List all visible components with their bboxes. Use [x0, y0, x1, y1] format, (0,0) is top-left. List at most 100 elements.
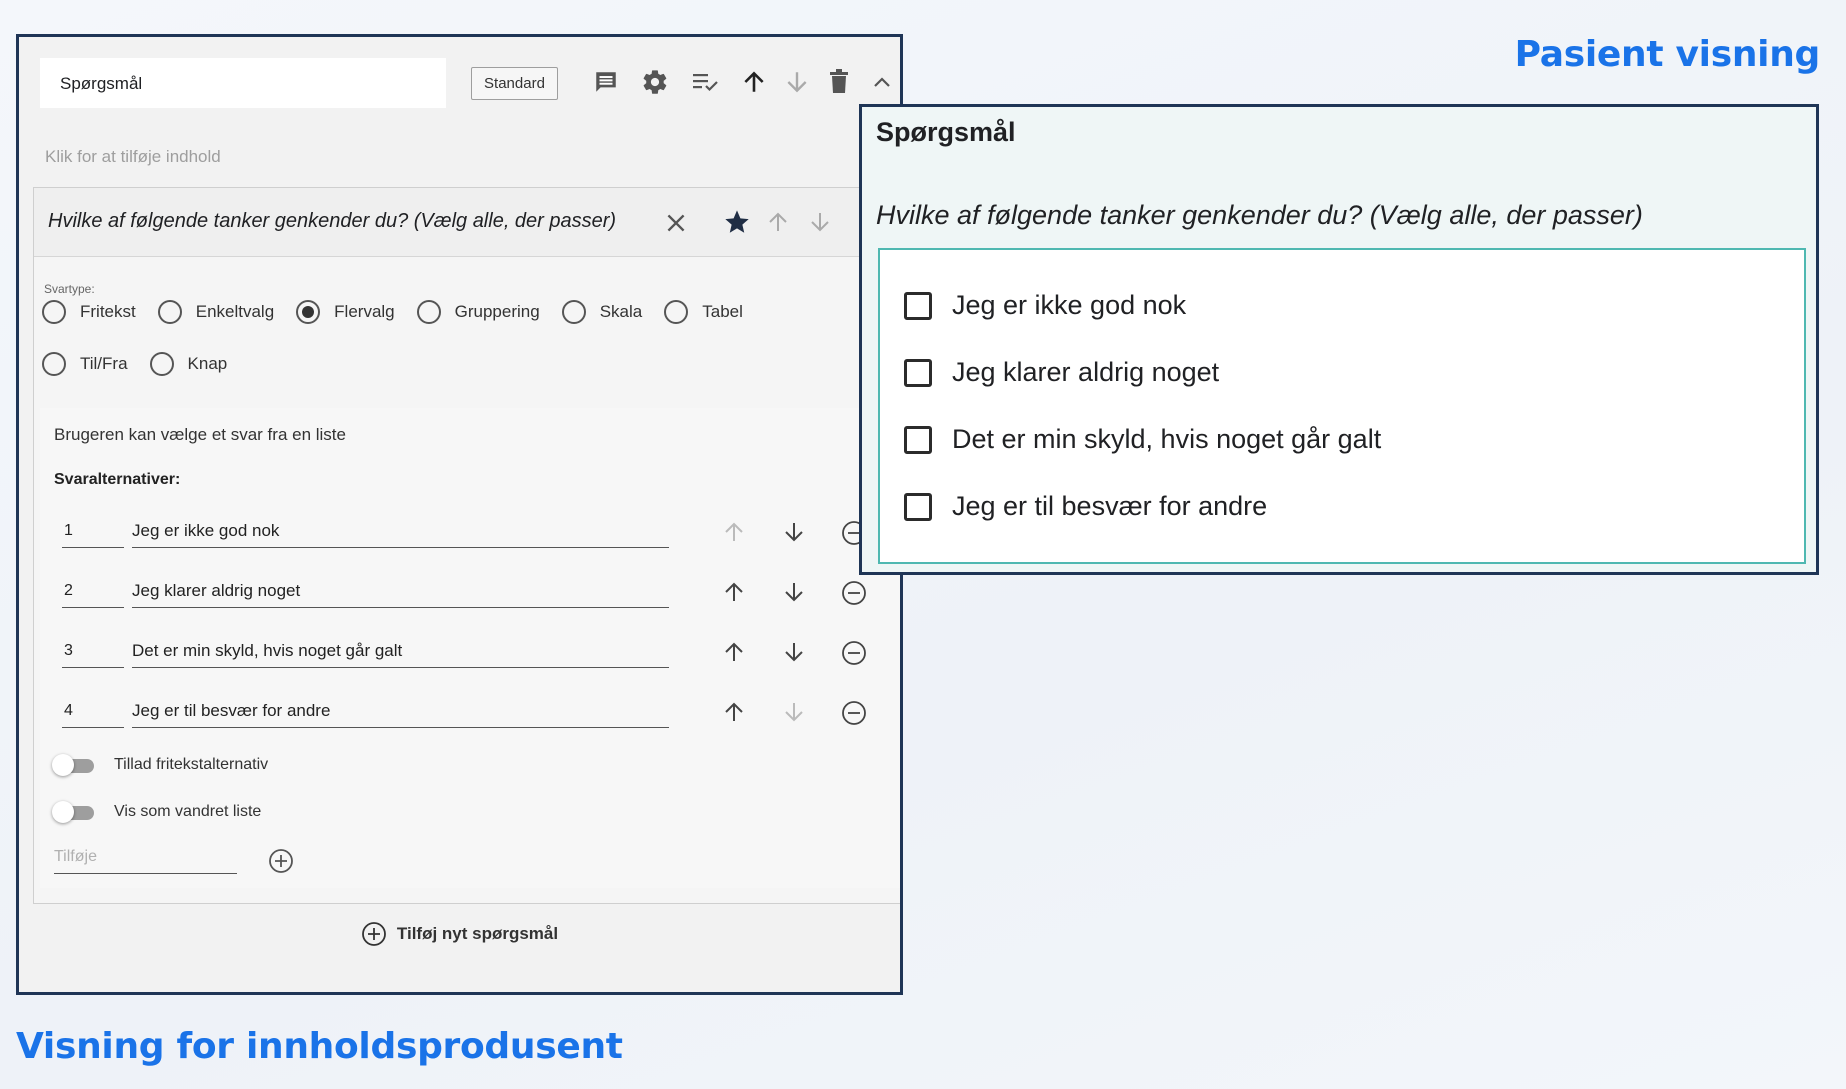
sort-list-icon[interactable]	[691, 70, 719, 94]
add-alternative-input[interactable]: Tilføje	[54, 844, 237, 874]
patient-preview-panel: Spørgsmål Hvilke af følgende tanker genk…	[859, 104, 1819, 575]
alternatives-label: Svaralternativer:	[54, 471, 181, 488]
radio-label: Knap	[187, 354, 228, 373]
radio-label: Flervalg	[334, 302, 395, 321]
question-card: Hvilke af følgende tanker genkender du? …	[33, 187, 900, 904]
answer-settings: Brugeren kan vælge et svar fra en liste …	[40, 408, 900, 888]
radio-flervalg[interactable]: Flervalg	[296, 300, 395, 324]
radio-circle[interactable]	[664, 300, 689, 324]
patient-option[interactable]: Jeg klarer aldrig noget	[904, 357, 1219, 388]
alternative-row: 4 Jeg er til besvær for andre	[40, 694, 900, 734]
radio-til-fra[interactable]: Til/Fra	[42, 352, 128, 376]
add-new-question-label: Tilføj nyt spørgsmål	[396, 924, 559, 943]
alternative-row: 3 Det er min skyld, hvis noget går galt	[40, 634, 900, 674]
radio-circle[interactable]	[149, 352, 174, 376]
answer-type-description: Brugeren kan vælge et svar fra en liste	[54, 425, 346, 444]
alternative-text-input[interactable]: Jeg er til besvær for andre	[132, 694, 669, 728]
patient-option[interactable]: Jeg er til besvær for andre	[904, 491, 1267, 522]
remove-circle-icon[interactable]	[841, 580, 867, 606]
option-label: Jeg klarer aldrig noget	[952, 357, 1220, 387]
patient-options-box: Jeg er ikke god nok Jeg klarer aldrig no…	[878, 248, 1806, 564]
arrow-up-icon[interactable]	[741, 69, 767, 95]
patient-question: Hvilke af følgende tanker genkender du? …	[876, 200, 1643, 230]
alternative-row: 1 Jeg er ikke god nok	[40, 514, 900, 554]
question-header: Hvilke af følgende tanker genkender du? …	[34, 188, 900, 257]
radio-gruppering[interactable]: Gruppering	[416, 300, 540, 324]
editor-toolbar: Spørgsmål Standard	[19, 37, 900, 127]
arrow-down-icon[interactable]	[782, 640, 806, 664]
patient-title: Spørgsmål	[876, 117, 1016, 147]
checkbox[interactable]	[904, 492, 932, 521]
toggle-horizontal-list[interactable]: Vis som vandret liste	[52, 801, 261, 823]
arrow-down-icon[interactable]	[784, 69, 810, 95]
question-text[interactable]: Hvilke af følgende tanker genkender du? …	[48, 210, 616, 233]
radio-label: Tabel	[702, 302, 743, 321]
alternative-number-input[interactable]: 3	[62, 634, 124, 668]
option-label: Jeg er ikke god nok	[952, 290, 1187, 320]
alternative-number-input[interactable]: 4	[62, 694, 124, 728]
arrow-up-icon[interactable]	[722, 520, 746, 544]
add-circle-icon[interactable]	[268, 848, 294, 874]
radio-label: Skala	[599, 302, 643, 321]
standard-button[interactable]: Standard	[471, 67, 558, 100]
arrow-up-icon[interactable]	[722, 700, 746, 724]
alternative-number-input[interactable]: 1	[62, 514, 124, 548]
patient-option[interactable]: Jeg er ikke god nok	[904, 290, 1186, 321]
arrow-up-icon[interactable]	[722, 580, 746, 604]
arrow-up-icon[interactable]	[722, 640, 746, 664]
answer-type-row-2: Til/Fra Knap	[42, 352, 249, 376]
trash-icon[interactable]	[827, 68, 851, 94]
radio-enkeltvalg[interactable]: Enkeltvalg	[157, 300, 275, 324]
checkbox[interactable]	[904, 358, 932, 387]
close-icon[interactable]	[663, 210, 689, 236]
toggle-label: Vis som vandret liste	[114, 803, 262, 820]
radio-label: Gruppering	[454, 302, 540, 321]
checkbox[interactable]	[904, 425, 932, 454]
radio-circle[interactable]	[561, 300, 586, 324]
radio-knap[interactable]: Knap	[149, 352, 228, 376]
alternative-row: 2 Jeg klarer aldrig noget	[40, 574, 900, 614]
comment-icon[interactable]	[593, 69, 619, 95]
patient-view-caption: Pasient visning	[1514, 34, 1821, 75]
radio-circle[interactable]	[42, 352, 66, 376]
option-label: Det er min skyld, hvis noget går galt	[952, 424, 1382, 454]
radio-circle[interactable]	[416, 300, 441, 324]
answer-type-row: Fritekst Enkeltvalg Flervalg Gruppering …	[42, 300, 765, 324]
add-content-hint[interactable]: Klik for at tilføje indhold	[45, 147, 221, 167]
star-icon[interactable]	[723, 208, 751, 236]
radio-circle[interactable]	[157, 300, 182, 324]
add-new-question-button[interactable]: Tilføj nyt spørgsmål	[19, 921, 900, 947]
remove-circle-icon[interactable]	[841, 700, 867, 726]
gear-icon[interactable]	[641, 68, 669, 96]
arrow-up-icon[interactable]	[766, 210, 790, 234]
toggle-switch[interactable]	[52, 801, 96, 823]
radio-tabel[interactable]: Tabel	[664, 300, 743, 324]
toggle-free-text[interactable]: Tillad fritekstalternativ	[52, 754, 268, 776]
arrow-down-icon[interactable]	[808, 210, 832, 234]
alternative-text-input[interactable]: Det er min skyld, hvis noget går galt	[132, 634, 669, 668]
arrow-down-icon[interactable]	[782, 580, 806, 604]
radio-label: Enkeltvalg	[195, 302, 275, 321]
alternative-number-input[interactable]: 2	[62, 574, 124, 608]
question-title-input[interactable]: Spørgsmål	[40, 58, 446, 108]
content-editor-panel: Spørgsmål Standard Klik for at tilføje i…	[16, 34, 903, 995]
toggle-label: Tillad fritekstalternativ	[114, 756, 269, 773]
alternative-text-input[interactable]: Jeg klarer aldrig noget	[132, 574, 669, 608]
radio-fritekst[interactable]: Fritekst	[42, 300, 136, 324]
remove-circle-icon[interactable]	[841, 640, 867, 666]
arrow-down-icon[interactable]	[782, 700, 806, 724]
add-circle-icon	[361, 921, 387, 947]
radio-circle-selected[interactable]	[296, 300, 321, 324]
radio-skala[interactable]: Skala	[561, 300, 643, 324]
radio-label: Fritekst	[80, 302, 136, 321]
alternative-text-input[interactable]: Jeg er ikke god nok	[132, 514, 669, 548]
patient-option[interactable]: Det er min skyld, hvis noget går galt	[904, 424, 1381, 455]
checkbox[interactable]	[904, 291, 932, 320]
arrow-down-icon[interactable]	[782, 520, 806, 544]
chevron-up-icon[interactable]	[871, 73, 893, 91]
answer-type-label: Svartype:	[44, 282, 95, 296]
producer-view-caption: Visning for innholdsprodusent	[16, 1026, 623, 1067]
radio-circle[interactable]	[42, 300, 66, 324]
toggle-switch[interactable]	[52, 754, 96, 776]
radio-label: Til/Fra	[80, 354, 128, 373]
